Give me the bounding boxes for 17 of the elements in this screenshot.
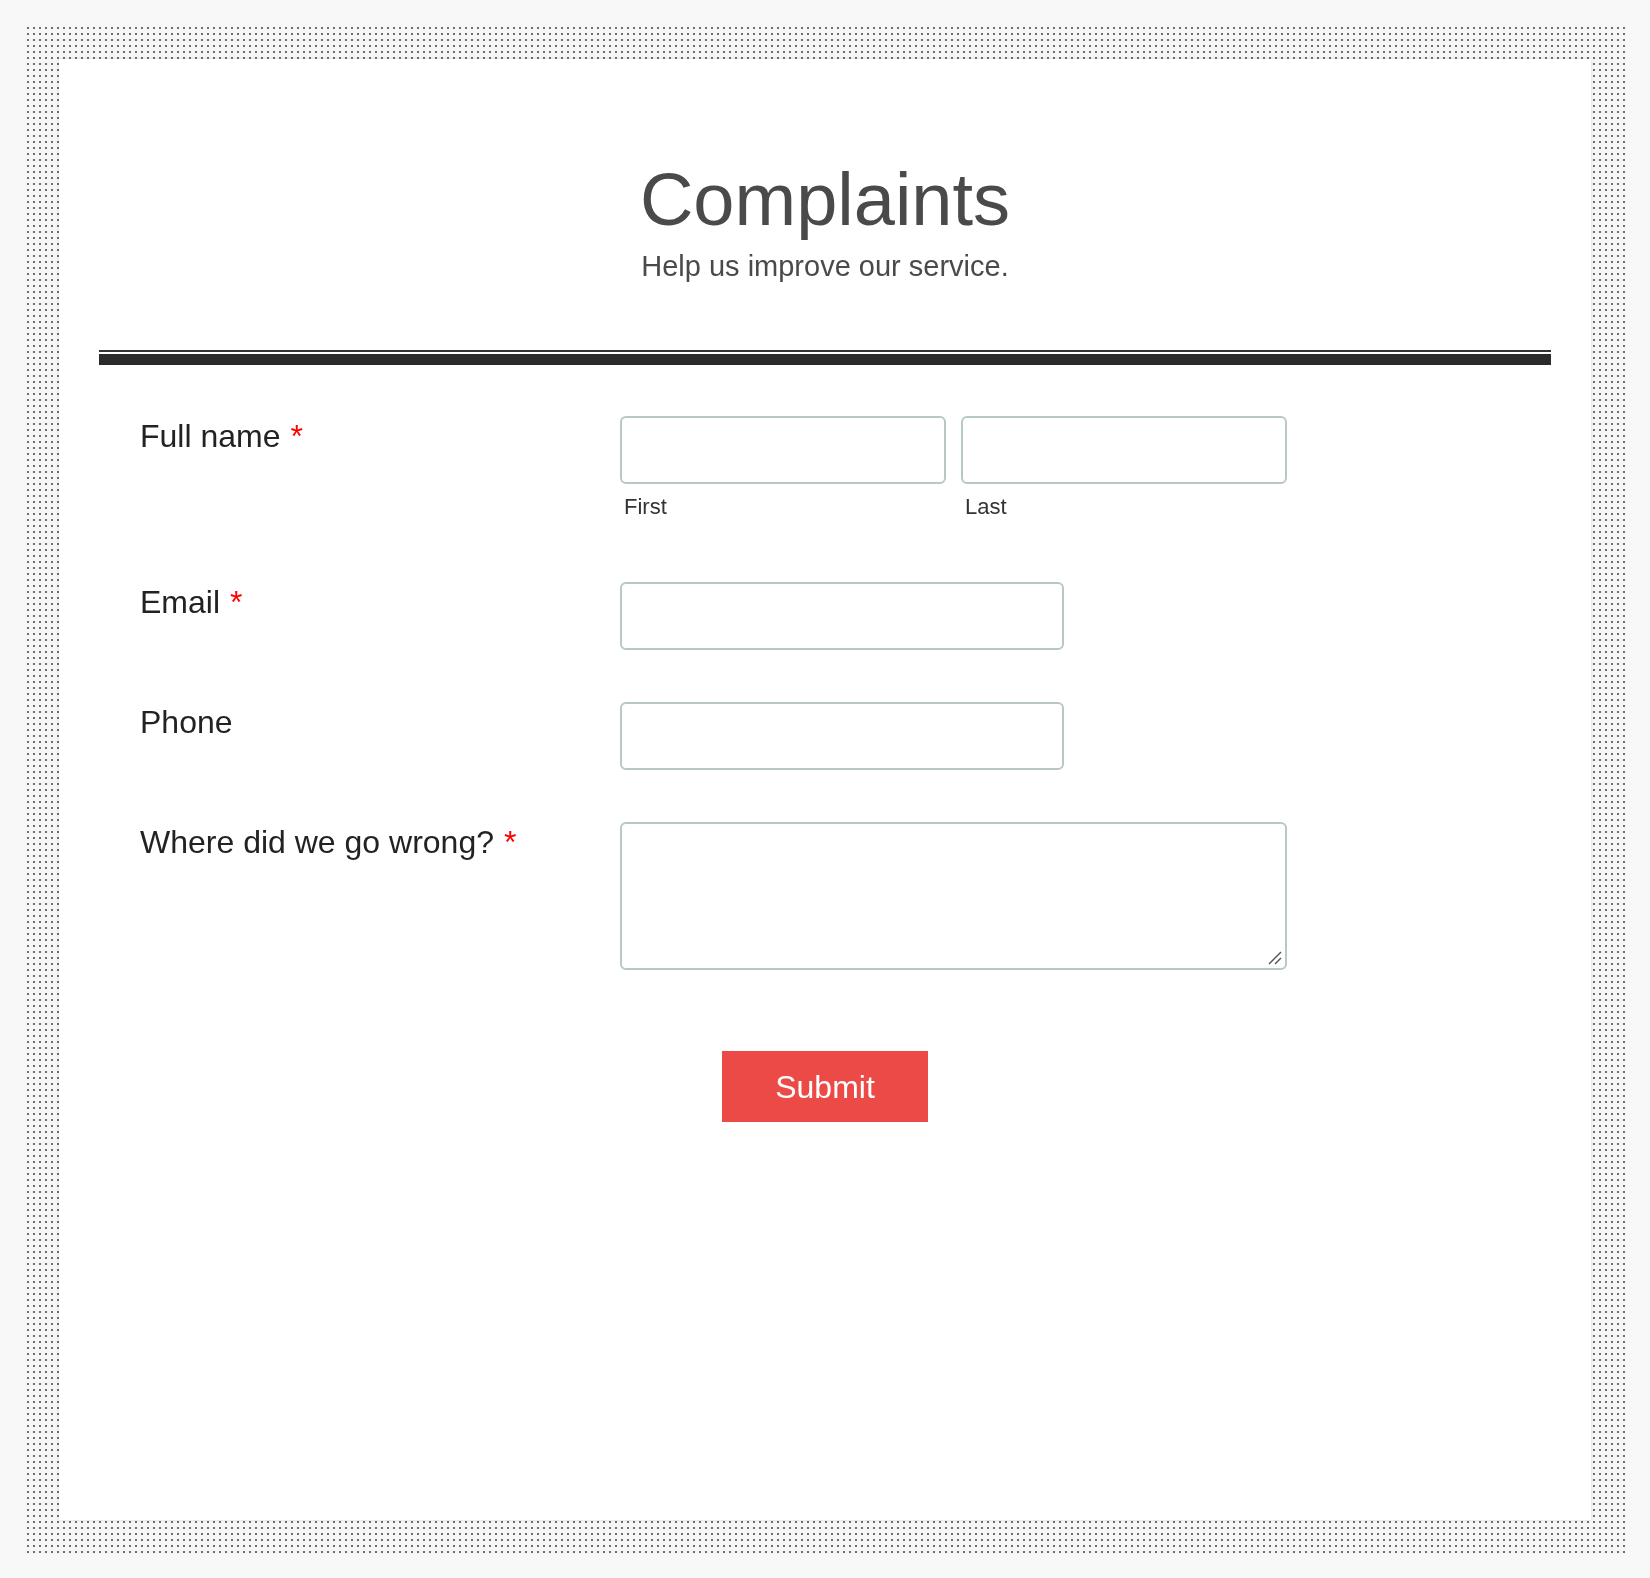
form-subtitle: Help us improve our service. (641, 249, 1009, 284)
input-field[interactable] (620, 702, 1064, 770)
submit-button[interactable]: Submit (722, 1051, 928, 1122)
field-label: Email (140, 583, 220, 622)
required-mark: * (503, 823, 517, 862)
input-field[interactable] (620, 582, 1064, 650)
resize-handle-icon[interactable] (1268, 951, 1282, 965)
field-label: Full name (140, 417, 281, 456)
sub-label: Last (964, 494, 1007, 520)
input-field[interactable] (961, 416, 1287, 484)
required-mark: * (230, 583, 243, 622)
required-mark: * (290, 417, 303, 456)
textarea-field[interactable] (620, 822, 1287, 970)
sub-label: First (623, 494, 667, 520)
input-field[interactable] (620, 416, 946, 484)
field-label: Where did we go wrong? (140, 823, 494, 862)
field-label: Phone (140, 703, 233, 742)
